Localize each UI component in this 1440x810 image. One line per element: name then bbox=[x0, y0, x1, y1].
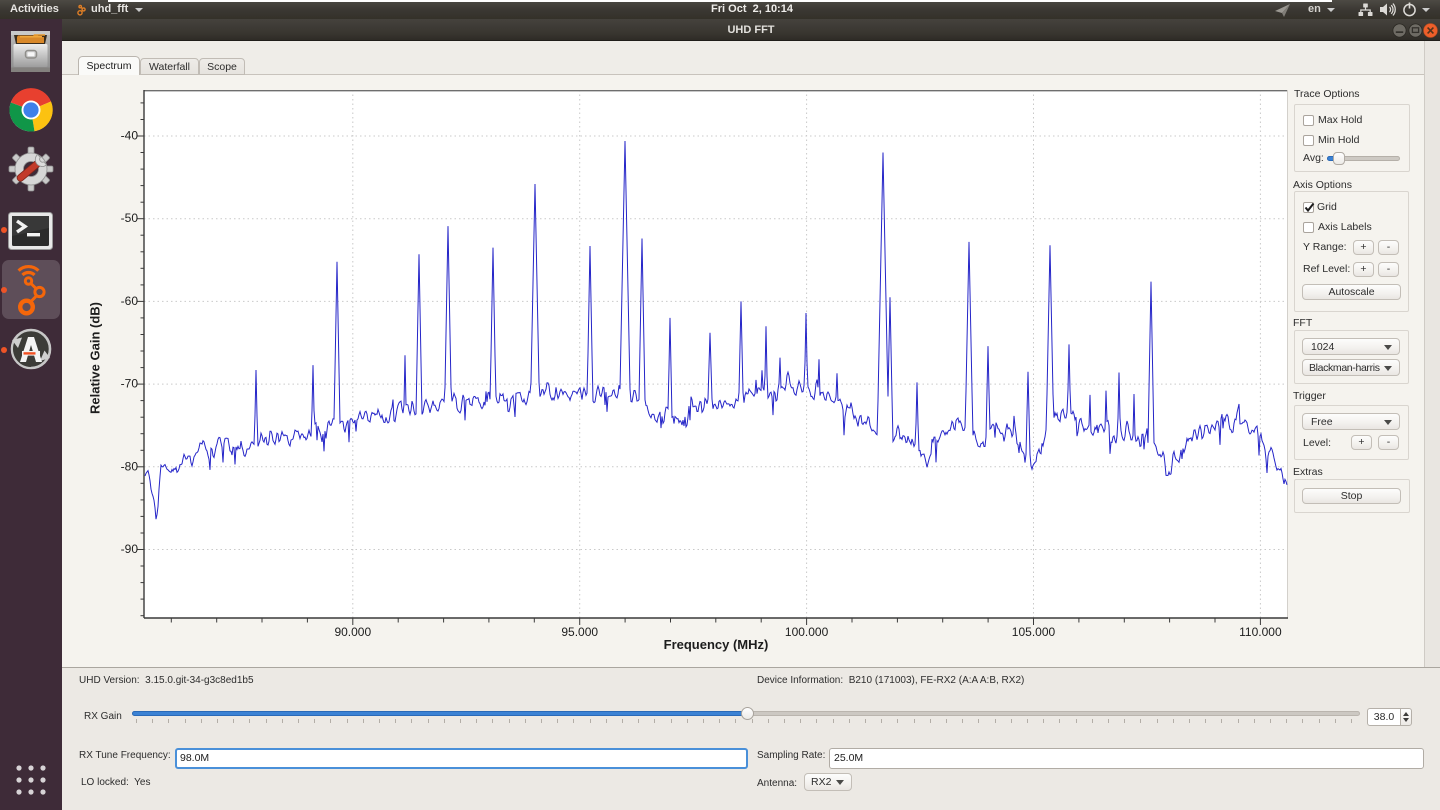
svg-text:-50: -50 bbox=[121, 211, 139, 225]
svg-text:110.000: 110.000 bbox=[1239, 625, 1282, 639]
svg-text:95.000: 95.000 bbox=[561, 625, 598, 639]
svg-text:Relative Gain (dB): Relative Gain (dB) bbox=[88, 302, 103, 414]
svg-text:-40: -40 bbox=[121, 129, 139, 143]
svg-text:-80: -80 bbox=[121, 459, 139, 473]
svg-text:-60: -60 bbox=[121, 294, 139, 308]
svg-text:Frequency (MHz): Frequency (MHz) bbox=[664, 637, 769, 652]
svg-text:105.000: 105.000 bbox=[1012, 625, 1056, 639]
svg-text:100.000: 100.000 bbox=[785, 625, 829, 639]
svg-text:90.000: 90.000 bbox=[334, 625, 371, 639]
svg-text:-90: -90 bbox=[121, 542, 139, 556]
svg-text:-70: -70 bbox=[121, 377, 139, 391]
